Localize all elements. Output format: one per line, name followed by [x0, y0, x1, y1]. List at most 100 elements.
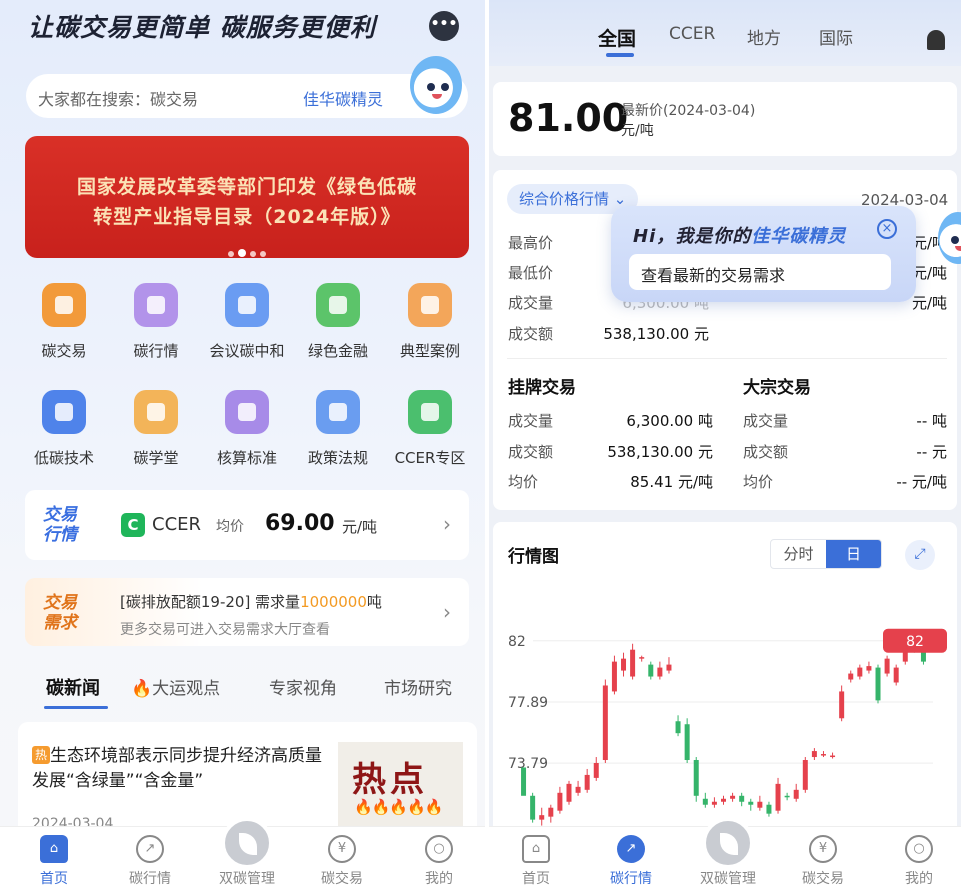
meeting-icon — [225, 283, 269, 327]
service-school[interactable]: 碳学堂 — [116, 390, 196, 468]
y-tick-label: 82 — [508, 634, 526, 650]
period-switch: 分时日 — [770, 539, 882, 569]
assistant-popup[interactable]: Hi，我是你的佳华碳精灵 × 查看最新的交易需求 — [611, 206, 916, 302]
service-gavel[interactable]: 政策法规 — [298, 390, 378, 468]
candle-body — [802, 760, 808, 790]
popup-message[interactable]: 查看最新的交易需求 — [629, 254, 891, 290]
latest-price: 81.00 — [508, 96, 629, 140]
candle-body — [748, 801, 754, 805]
market-chart-card: 行情图 分时日 ⤢ 82 77.89 73.79 82 — [493, 522, 957, 842]
listed-trade-title: 挂牌交易 — [508, 378, 576, 398]
demand-tag: 交易 需求 — [43, 593, 77, 633]
candle-body — [857, 667, 863, 677]
tab-carbon-news[interactable]: 碳新闻 — [46, 674, 100, 700]
candle-body — [766, 804, 772, 814]
nav-home[interactable]: ⌂ 首页 — [19, 835, 89, 888]
candle-body — [866, 666, 872, 671]
service-label: 碳交易 — [41, 342, 87, 360]
amount-value: 538,130.00 元 — [603, 325, 709, 343]
service-market-chart[interactable]: 碳行情 — [116, 283, 196, 361]
period-daily[interactable]: 日 — [826, 540, 881, 568]
high-label: 最高价 — [508, 234, 554, 252]
nav-market[interactable]: ↗ 碳行情 — [596, 835, 666, 888]
market-quote-card[interactable]: 交易 行情 C CCER 均价 69.00 元/吨 › — [25, 490, 469, 560]
bulk-amount-value: -- 元 — [916, 443, 947, 461]
nav-mine[interactable]: ○ 我的 — [884, 835, 954, 888]
latest-price-card: 81.00 最新价(2024-03-04) 元/吨 — [493, 82, 957, 156]
candle-body — [793, 789, 799, 799]
service-meeting[interactable]: 会议碳中和 — [207, 283, 287, 361]
trade-demand-card[interactable]: 交易 需求 [碳排放配额19-20] 需求量1000000吨 更多交易可进入交易需… — [25, 578, 469, 646]
tab-local[interactable]: 地方 — [747, 24, 781, 49]
tab-expert-views[interactable]: 专家视角 — [269, 674, 337, 699]
bulk-trade-title: 大宗交易 — [743, 378, 811, 398]
banner-carousel[interactable]: 国家发展改革委等部门印发《绿色低碳 转型产业指导目录（2024年版）》 — [25, 136, 469, 258]
mascot-icon[interactable] — [410, 56, 462, 114]
bulk-avg-label: 均价 — [743, 473, 774, 491]
bulk-avg-value: -- 元/吨 — [896, 473, 947, 491]
listed-amount-label: 成交额 — [508, 443, 554, 461]
case-icon — [408, 283, 452, 327]
service-yuan[interactable]: 绿色金融 — [298, 283, 378, 361]
leaf-icon — [221, 817, 273, 869]
tab-national[interactable]: 全国 — [598, 24, 636, 51]
message-icon[interactable]: ••• — [429, 11, 459, 41]
nav-market[interactable]: ↗ 碳行情 — [115, 835, 185, 888]
service-tech[interactable]: 低碳技术 — [24, 390, 104, 468]
amount-label: 成交额 — [508, 325, 554, 343]
fullscreen-icon[interactable]: ⤢ — [905, 540, 935, 570]
tab-dayun-views[interactable]: 🔥大运观点 — [131, 674, 220, 699]
tab-market-research[interactable]: 市场研究 — [384, 674, 452, 699]
candle-body — [602, 685, 608, 761]
candle-body — [702, 798, 708, 805]
yuan-exchange-icon: ¥ — [328, 835, 356, 863]
tab-international[interactable]: 国际 — [819, 24, 853, 49]
listed-amount-value: 538,130.00 元 — [607, 443, 713, 461]
candle-body — [893, 667, 899, 683]
candlestick-chart[interactable]: 82 77.89 73.79 82 — [493, 602, 957, 842]
service-label: 政策法规 — [307, 449, 368, 467]
low-label: 最低价 — [508, 264, 554, 282]
tab-underline — [44, 706, 108, 709]
search-bar[interactable]: 大家都在搜索：碳交易 佳华碳精灵 — [26, 74, 468, 118]
candle-body — [630, 649, 636, 677]
nav-home[interactable]: ⌂ 首页 — [501, 835, 571, 888]
tab-ccer[interactable]: CCER — [669, 24, 715, 44]
bulk-volume-label: 成交量 — [743, 412, 789, 430]
period-intraday[interactable]: 分时 — [771, 540, 826, 568]
service-exchange[interactable]: 碳交易 — [24, 283, 104, 361]
candle-body — [648, 664, 654, 677]
quote-tag: 交易 行情 — [43, 505, 77, 545]
candle-body — [621, 658, 627, 671]
candle-body — [593, 762, 599, 778]
nav-mine[interactable]: ○ 我的 — [404, 835, 474, 888]
trend-icon: ↗ — [617, 835, 645, 863]
home-icon: ⌂ — [522, 835, 550, 863]
candle-body — [530, 795, 536, 820]
nav-trade[interactable]: ¥ 碳交易 — [788, 835, 858, 888]
service-label: 会议碳中和 — [209, 342, 285, 360]
news-title: 热生态环境部表示同步提升经济高质量发展“含绿量”“含金量” — [32, 746, 322, 791]
bell-icon[interactable] — [927, 30, 945, 50]
candle-body — [739, 795, 745, 802]
bulk-amount-label: 成交额 — [743, 443, 789, 461]
tech-icon — [42, 390, 86, 434]
candle-body — [811, 751, 817, 758]
nav-trade[interactable]: ¥ 碳交易 — [307, 835, 377, 888]
nav-dual-carbon[interactable]: 双碳管理 — [212, 817, 282, 888]
user-icon: ○ — [425, 835, 453, 863]
close-icon[interactable]: × — [877, 219, 897, 239]
service-case[interactable]: 典型案例 — [390, 283, 470, 361]
service-compass[interactable]: 核算标准 — [207, 390, 287, 468]
chevron-right-icon: › — [443, 512, 451, 536]
service-label: CCER专区 — [394, 449, 466, 467]
candle-body — [657, 667, 663, 677]
y-tick-label: 77.89 — [508, 695, 548, 711]
candle-body — [639, 657, 645, 659]
market-screen: 全国 CCER 地方 国际 81.00 最新价(2024-03-04) 元/吨 … — [489, 0, 961, 890]
nav-dual-carbon[interactable]: 双碳管理 — [693, 817, 763, 888]
candle-body — [757, 801, 763, 808]
carbon-assistant-link[interactable]: 佳华碳精灵 — [303, 86, 383, 110]
compass-icon — [225, 390, 269, 434]
service-ccer[interactable]: CCER专区 — [390, 390, 470, 468]
